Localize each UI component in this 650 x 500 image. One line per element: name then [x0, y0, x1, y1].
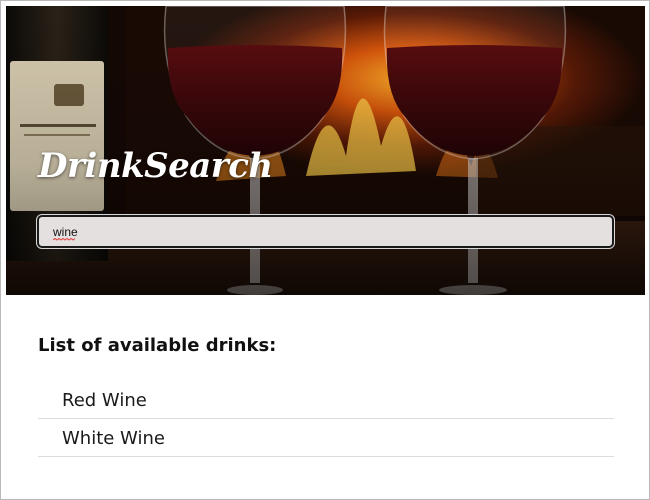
- drink-list: Red Wine White Wine: [38, 381, 614, 457]
- app-window: DrinkSearch List of available drinks: Re…: [0, 0, 650, 500]
- spellcheck-underline: [53, 238, 75, 241]
- search-bar: [37, 215, 614, 248]
- drink-item-white-wine[interactable]: White Wine: [38, 419, 614, 457]
- list-heading: List of available drinks:: [38, 335, 277, 356]
- search-input[interactable]: [37, 215, 614, 248]
- drink-item-red-wine[interactable]: Red Wine: [38, 381, 614, 419]
- app-title: DrinkSearch: [38, 146, 273, 186]
- hero-banner: DrinkSearch: [6, 6, 645, 295]
- results-section: List of available drinks: Red Wine White…: [6, 295, 645, 499]
